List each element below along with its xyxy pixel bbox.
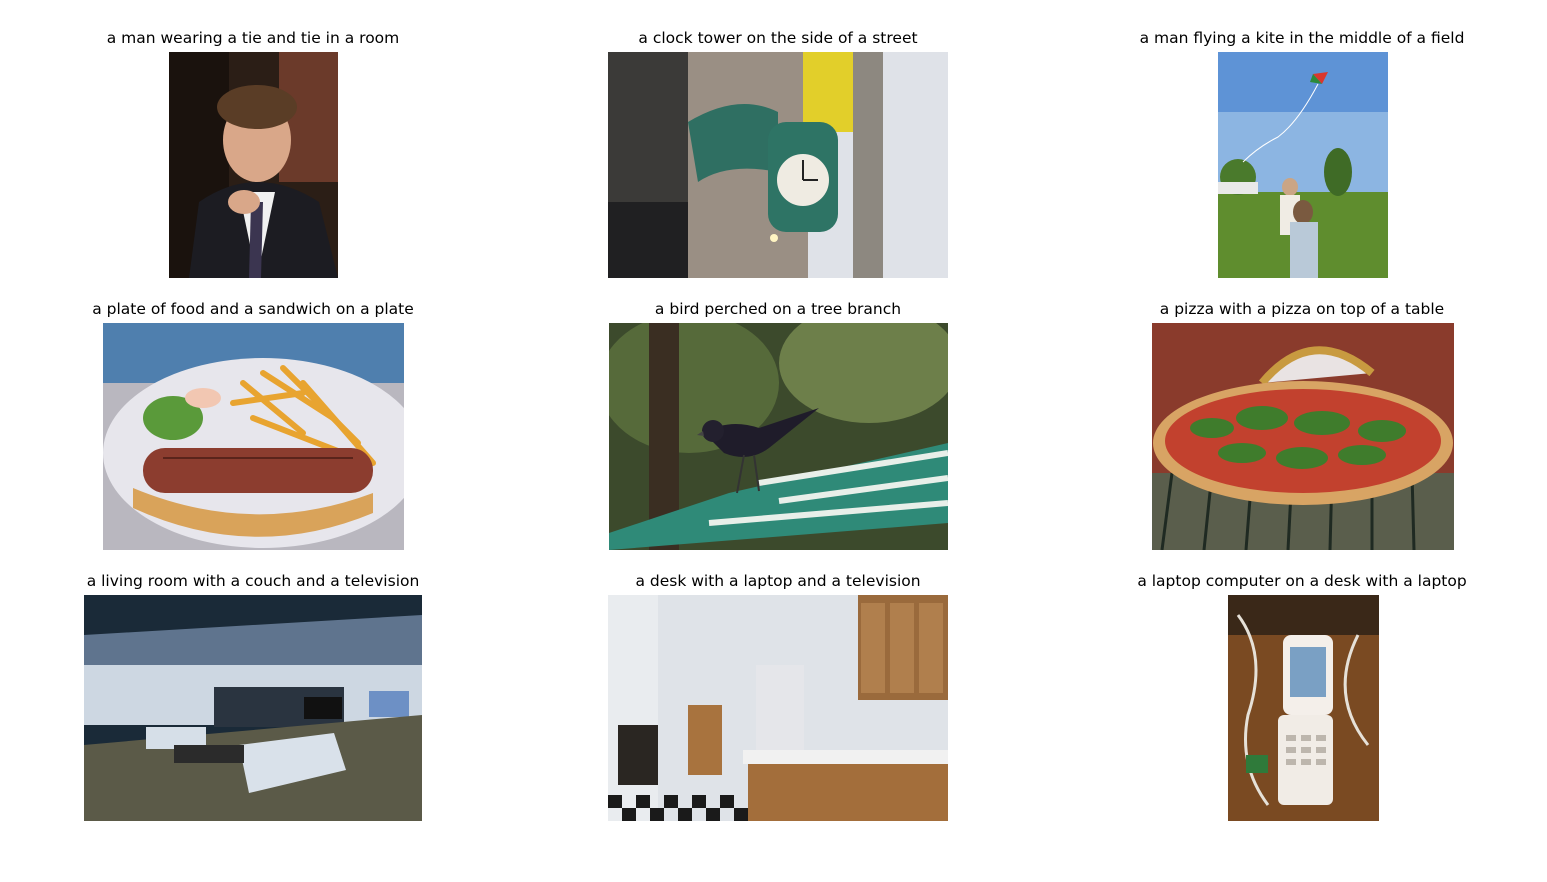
caption-panel-3: a man flying a kite in the middle of a f… bbox=[1139, 29, 1465, 47]
photo-sausage-fries bbox=[103, 323, 404, 550]
caption-panel-4: a plate of food and a sandwich on a plat… bbox=[92, 300, 414, 318]
photo-kitchen bbox=[608, 595, 948, 821]
caption-panel-5: a bird perched on a tree branch bbox=[654, 300, 902, 318]
photo-clock-on-building bbox=[608, 52, 948, 278]
photo-living-room bbox=[84, 595, 422, 821]
photo-flip-phone bbox=[1228, 595, 1379, 821]
caption-panel-6: a pizza with a pizza on top of a table bbox=[1159, 300, 1445, 318]
caption-panel-7: a living room with a couch and a televis… bbox=[86, 572, 420, 590]
photo-pizza-table bbox=[1152, 323, 1454, 550]
photo-man-with-tie bbox=[169, 52, 338, 278]
caption-panel-2: a clock tower on the side of a street bbox=[638, 29, 918, 47]
photo-bird-awning bbox=[609, 323, 948, 550]
caption-panel-8: a desk with a laptop and a television bbox=[635, 572, 921, 590]
caption-panel-1: a man wearing a tie and tie in a room bbox=[106, 29, 400, 47]
photo-kite-field bbox=[1218, 52, 1388, 278]
caption-panel-9: a laptop computer on a desk with a lapto… bbox=[1137, 572, 1467, 590]
